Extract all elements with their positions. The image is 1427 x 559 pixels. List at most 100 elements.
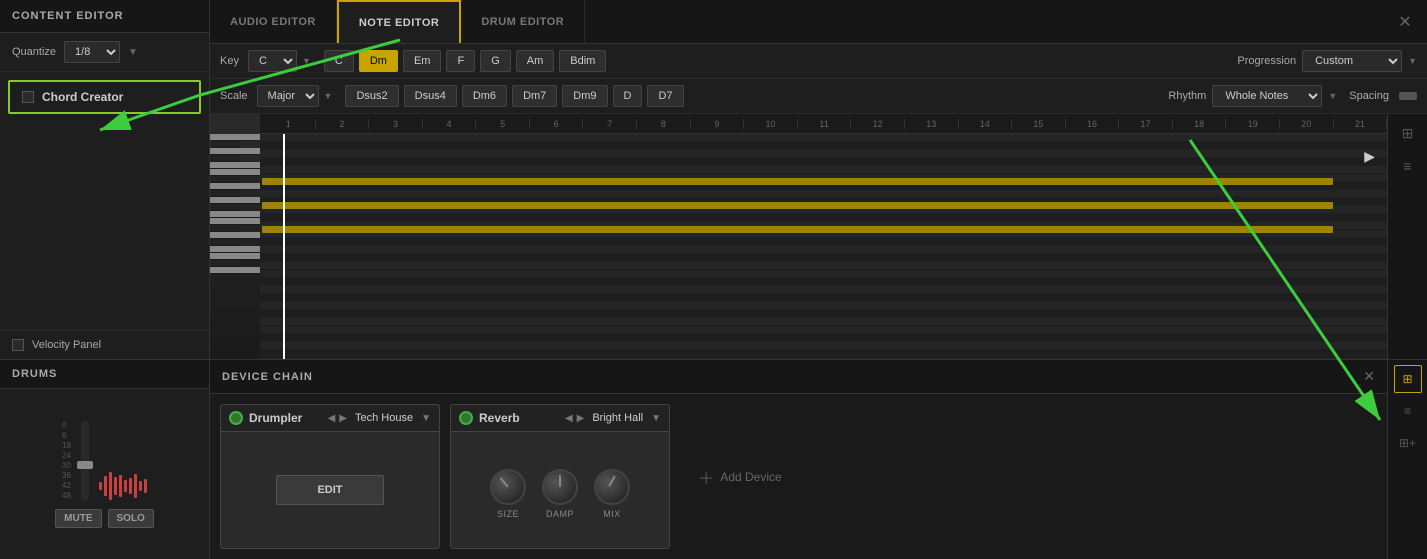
tab-audio-editor[interactable]: AUDIO EDITOR <box>210 0 337 43</box>
scale-btn-D7[interactable]: D7 <box>647 85 683 107</box>
roll-row <box>260 278 1387 286</box>
roll-row <box>260 310 1387 318</box>
roll-row <box>260 270 1387 278</box>
roll-row <box>260 286 1387 294</box>
chord-btn-Bdim[interactable]: Bdim <box>559 50 606 72</box>
reverb-name: Reverb <box>479 411 559 425</box>
reverb-size-knob[interactable] <box>490 469 526 505</box>
progression-dropdown-icon: ▼ <box>1408 56 1417 66</box>
ruler-tick-5: 5 <box>476 119 530 129</box>
chord-creator-label: Chord Creator <box>42 90 123 104</box>
piano-roll-grid[interactable]: 1 2 3 4 5 6 7 8 9 10 11 12 13 14 <box>260 114 1387 359</box>
ruler-tick-14: 14 <box>959 119 1013 129</box>
solo-button[interactable]: SOLO <box>108 509 154 528</box>
chord-btn-Am[interactable]: Am <box>516 50 555 72</box>
ruler-tick-6: 6 <box>530 119 584 129</box>
reverb-damp-knob[interactable] <box>542 469 578 505</box>
reverb-power-button[interactable] <box>459 411 473 425</box>
ruler-tick-15: 15 <box>1012 119 1066 129</box>
mute-button[interactable]: MUTE <box>55 509 101 528</box>
roll-row <box>260 342 1387 350</box>
velocity-panel-checkbox[interactable] <box>12 339 24 351</box>
roll-row <box>260 358 1387 359</box>
reverb-preset-prev[interactable]: ◀ <box>565 413 573 424</box>
drumpler-preset-next[interactable]: ▶ <box>339 413 347 424</box>
chord-btn-G[interactable]: G <box>480 50 511 72</box>
ruler-tick-16: 16 <box>1066 119 1120 129</box>
reverb-mix-label: MIX <box>603 509 621 519</box>
drumpler-power-button[interactable] <box>229 411 243 425</box>
scale-select[interactable]: Major Minor <box>257 85 319 107</box>
drums-header: DRUMS <box>0 360 209 389</box>
device-chain-title: DEVICE CHAIN <box>222 371 1355 383</box>
content-editor-header: CONTENT EDITOR <box>0 0 209 33</box>
progression-select[interactable]: Custom I-IV-V I-V-vi-IV <box>1302 50 1402 72</box>
drumpler-preset-dropdown[interactable]: ▼ <box>421 413 431 424</box>
roll-row <box>260 262 1387 270</box>
note-block[interactable] <box>262 178 1333 185</box>
mixer-icon[interactable]: ≡ <box>1394 397 1422 425</box>
ruler-tick-9: 9 <box>691 119 745 129</box>
drumpler-name: Drumpler <box>249 411 322 425</box>
ruler-tick-8: 8 <box>637 119 691 129</box>
chord-btn-C[interactable]: C <box>324 50 354 72</box>
drumpler-preset-name: Tech House <box>351 412 417 424</box>
ruler-tick-18: 18 <box>1173 119 1227 129</box>
scale-btn-Dsus2[interactable]: Dsus2 <box>345 85 398 107</box>
device-drumpler: Drumpler ◀ ▶ Tech House ▼ EDIT <box>220 404 440 549</box>
progression-label: Progression <box>1237 55 1296 67</box>
ruler-tick-21: 21 <box>1334 119 1387 129</box>
drumpler-preset-prev[interactable]: ◀ <box>328 413 336 424</box>
zoom-icon[interactable]: ⊞ <box>1394 119 1422 147</box>
note-block[interactable] <box>262 226 1333 233</box>
ruler-tick-2: 2 <box>316 119 370 129</box>
ruler-tick-20: 20 <box>1280 119 1334 129</box>
right-icons-bottom: ⊞ ≡ ⊞+ <box>1387 360 1427 559</box>
add-device-area[interactable]: ＋ Add Device <box>680 404 800 549</box>
rhythm-select[interactable]: Whole Notes Half Notes Quarter Notes <box>1212 85 1322 107</box>
scale-btn-Dm7[interactable]: Dm7 <box>512 85 557 107</box>
device-chain-toggle-icon[interactable]: ⊞ <box>1394 365 1422 393</box>
device-chain-close-button[interactable]: ✕ <box>1363 368 1375 385</box>
ruler-tick-4: 4 <box>423 119 477 129</box>
scale-btn-D[interactable]: D <box>613 85 643 107</box>
roll-content[interactable] <box>260 134 1387 359</box>
chord-btn-Dm[interactable]: Dm <box>359 50 398 72</box>
ruler-tick-11: 11 <box>798 119 852 129</box>
volume-fader[interactable] <box>81 421 89 501</box>
note-block[interactable] <box>262 202 1333 209</box>
reverb-preset-name: Bright Hall <box>588 412 647 424</box>
key-label: Key <box>220 55 239 67</box>
grid-plus-icon[interactable]: ⊞+ <box>1394 429 1422 457</box>
ruler-tick-10: 10 <box>744 119 798 129</box>
scale-btn-Dm6[interactable]: Dm6 <box>462 85 507 107</box>
grid-icon[interactable]: ≡ <box>1394 152 1422 180</box>
spacing-toggle[interactable] <box>1399 92 1417 100</box>
roll-row <box>260 134 1387 142</box>
add-device-icon: ＋ <box>698 465 714 489</box>
chord-creator-checkbox[interactable] <box>22 91 34 103</box>
roll-row <box>260 190 1387 198</box>
key-dropdown-icon: ▼ <box>302 56 311 66</box>
reverb-preset-next[interactable]: ▶ <box>577 413 585 424</box>
tab-note-editor[interactable]: NOTE EDITOR <box>337 0 461 43</box>
piano-keys: for(let i=0;i<20;i++){ const isBlack = [… <box>210 114 260 359</box>
drumpler-edit-button[interactable]: EDIT <box>276 475 383 505</box>
rhythm-dropdown-icon: ▼ <box>1328 91 1337 101</box>
right-icons-panel: ⊞ ≡ <box>1387 114 1427 359</box>
roll-row <box>260 158 1387 166</box>
spacing-label: Spacing <box>1349 90 1389 102</box>
chord-btn-Em[interactable]: Em <box>403 50 442 72</box>
roll-row <box>260 302 1387 310</box>
quantize-select[interactable]: 1/8 1/4 1/16 1/32 <box>64 41 120 63</box>
scale-btn-Dm9[interactable]: Dm9 <box>562 85 607 107</box>
key-select[interactable]: CC#D <box>248 50 297 72</box>
chord-btn-F[interactable]: F <box>446 50 475 72</box>
ruler-tick-7: 7 <box>583 119 637 129</box>
editor-close-button[interactable]: ✕ <box>1383 0 1427 43</box>
reverb-mix-knob[interactable] <box>594 469 630 505</box>
tab-drum-editor[interactable]: DRUM EDITOR <box>461 0 585 43</box>
roll-row <box>260 334 1387 342</box>
reverb-preset-dropdown[interactable]: ▼ <box>651 413 661 424</box>
scale-btn-Dsus4[interactable]: Dsus4 <box>404 85 457 107</box>
